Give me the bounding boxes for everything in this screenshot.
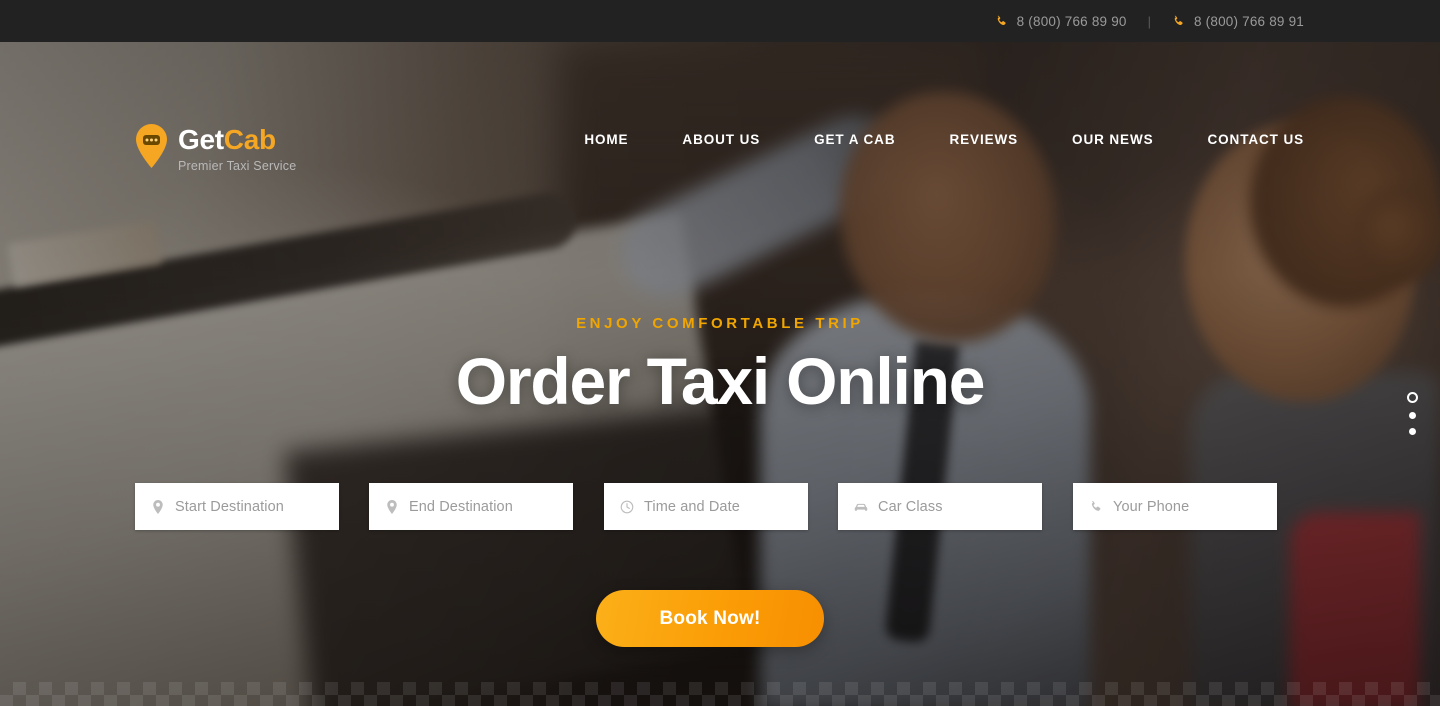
site-header: GetCab Premier Taxi Service HOME ABOUT U… xyxy=(0,42,1440,173)
map-pin-icon xyxy=(385,499,399,514)
phone-link-secondary[interactable]: 8 (800) 766 89 91 xyxy=(1172,14,1304,29)
site-logo[interactable]: GetCab Premier Taxi Service xyxy=(136,124,296,173)
time-and-date-input[interactable] xyxy=(644,498,831,515)
hero-section: GetCab Premier Taxi Service HOME ABOUT U… xyxy=(0,42,1440,706)
slider-dot-1[interactable] xyxy=(1407,392,1418,403)
book-now-button[interactable]: Book Now! xyxy=(596,590,824,647)
booking-form xyxy=(135,483,1305,530)
hero-headline: Order Taxi Online xyxy=(455,344,986,418)
logo-name-first: Get xyxy=(178,124,224,155)
nav-item-get-a-cab[interactable]: GET A CAB xyxy=(787,132,922,147)
taxi-checker-strip xyxy=(0,682,1440,706)
hero-eyebrow: ENJOY COMFORTABLE TRIP xyxy=(576,315,864,332)
taxi-map-pin-icon xyxy=(136,124,167,168)
your-phone-field[interactable] xyxy=(1073,483,1300,530)
slider-pagination xyxy=(1407,392,1418,435)
phone-number-primary: 8 (800) 766 89 90 xyxy=(1016,13,1127,29)
slider-dot-3[interactable] xyxy=(1409,428,1416,435)
map-pin-icon xyxy=(151,499,165,514)
end-destination-input[interactable] xyxy=(409,498,596,515)
car-icon xyxy=(854,500,868,514)
nav-item-our-news[interactable]: OUR NEWS xyxy=(1045,132,1180,147)
main-navigation: HOME ABOUT US GET A CAB REVIEWS OUR NEWS… xyxy=(557,132,1304,147)
phone-link-primary[interactable]: 8 (800) 766 89 90 xyxy=(995,14,1127,29)
logo-name-second: Cab xyxy=(223,124,276,155)
phone-group: 8 (800) 766 89 90 | 8 (800) 766 89 91 xyxy=(995,14,1304,29)
clock-icon xyxy=(620,500,634,514)
time-and-date-field[interactable] xyxy=(604,483,831,530)
end-destination-field[interactable] xyxy=(369,483,596,530)
phone-number-secondary: 8 (800) 766 89 91 xyxy=(1194,13,1304,29)
top-contact-bar: 8 (800) 766 89 90 | 8 (800) 766 89 91 xyxy=(0,0,1440,42)
car-class-select[interactable] xyxy=(838,483,1086,530)
slider-dot-2[interactable] xyxy=(1409,412,1416,419)
phone-separator: | xyxy=(1147,13,1152,29)
nav-item-about-us[interactable]: ABOUT US xyxy=(655,132,787,147)
start-destination-input[interactable] xyxy=(175,498,362,515)
your-phone-input[interactable] xyxy=(1113,498,1300,515)
phone-icon xyxy=(1172,15,1185,28)
nav-item-reviews[interactable]: REVIEWS xyxy=(922,132,1045,147)
car-class-input[interactable] xyxy=(878,498,1065,515)
nav-item-contact-us[interactable]: CONTACT US xyxy=(1181,132,1305,147)
start-destination-field[interactable] xyxy=(135,483,362,530)
phone-icon xyxy=(995,15,1008,28)
logo-tagline: Premier Taxi Service xyxy=(178,159,297,173)
nav-item-home[interactable]: HOME xyxy=(557,132,655,147)
phone-icon xyxy=(1089,500,1103,514)
